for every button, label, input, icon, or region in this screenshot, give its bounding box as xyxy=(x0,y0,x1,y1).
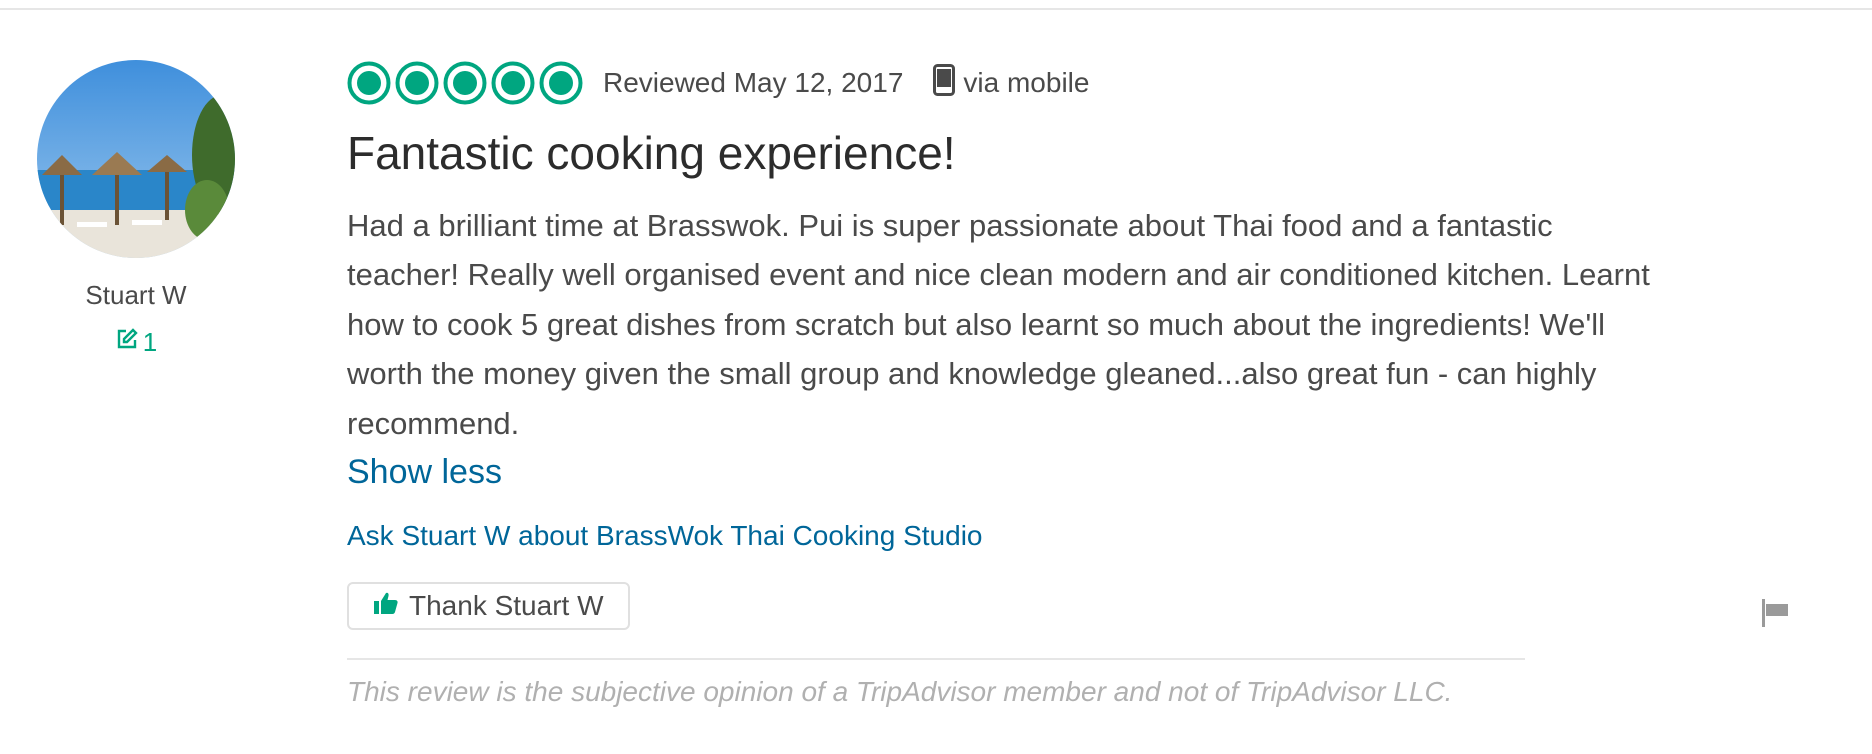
review-disclaimer: This review is the subjective opinion of… xyxy=(347,676,1453,708)
rating-bubble-icon xyxy=(395,61,439,105)
review-meta: Reviewed May 12, 2017 via mobile xyxy=(347,58,1667,108)
review-content: Reviewed May 12, 2017 via mobile Fantast… xyxy=(347,58,1667,708)
rating-bubbles xyxy=(347,61,583,105)
review-body: Had a brilliant time at Brasswok. Pui is… xyxy=(347,207,1650,441)
review-card: Stuart W 1 Reviewed May 12, 2017 via mob… xyxy=(0,0,1872,754)
pencil-edit-icon xyxy=(115,327,139,358)
thank-reviewer-button[interactable]: Thank Stuart W xyxy=(347,582,630,631)
ask-reviewer-link[interactable]: Ask Stuart W about BrassWok Thai Cooking… xyxy=(347,520,1667,552)
contribution-count[interactable]: 1 xyxy=(115,327,157,358)
flag-icon[interactable] xyxy=(1760,597,1792,634)
contribution-count-value: 1 xyxy=(142,327,158,357)
top-divider xyxy=(0,8,1872,10)
rating-bubble-icon xyxy=(491,61,535,105)
rating-bubble-icon xyxy=(443,61,487,105)
rating-bubble-icon xyxy=(539,61,583,105)
rating-bubble-icon xyxy=(347,61,391,105)
thank-button-label: Thank Stuart W xyxy=(409,590,604,622)
show-less-link[interactable]: Show less xyxy=(347,450,1667,494)
thumbs-up-icon xyxy=(373,590,399,622)
reviewer-name[interactable]: Stuart W xyxy=(36,280,236,311)
via-mobile-label: via mobile xyxy=(963,67,1090,98)
via-mobile: via mobile xyxy=(933,63,1090,103)
review-date: Reviewed May 12, 2017 xyxy=(603,67,904,98)
content-divider xyxy=(347,658,1525,661)
avatar[interactable] xyxy=(37,60,235,258)
review-title: Fantastic cooking experience! xyxy=(347,127,956,179)
mobile-phone-icon xyxy=(933,63,956,103)
reviewer-profile: Stuart W 1 xyxy=(36,60,236,358)
